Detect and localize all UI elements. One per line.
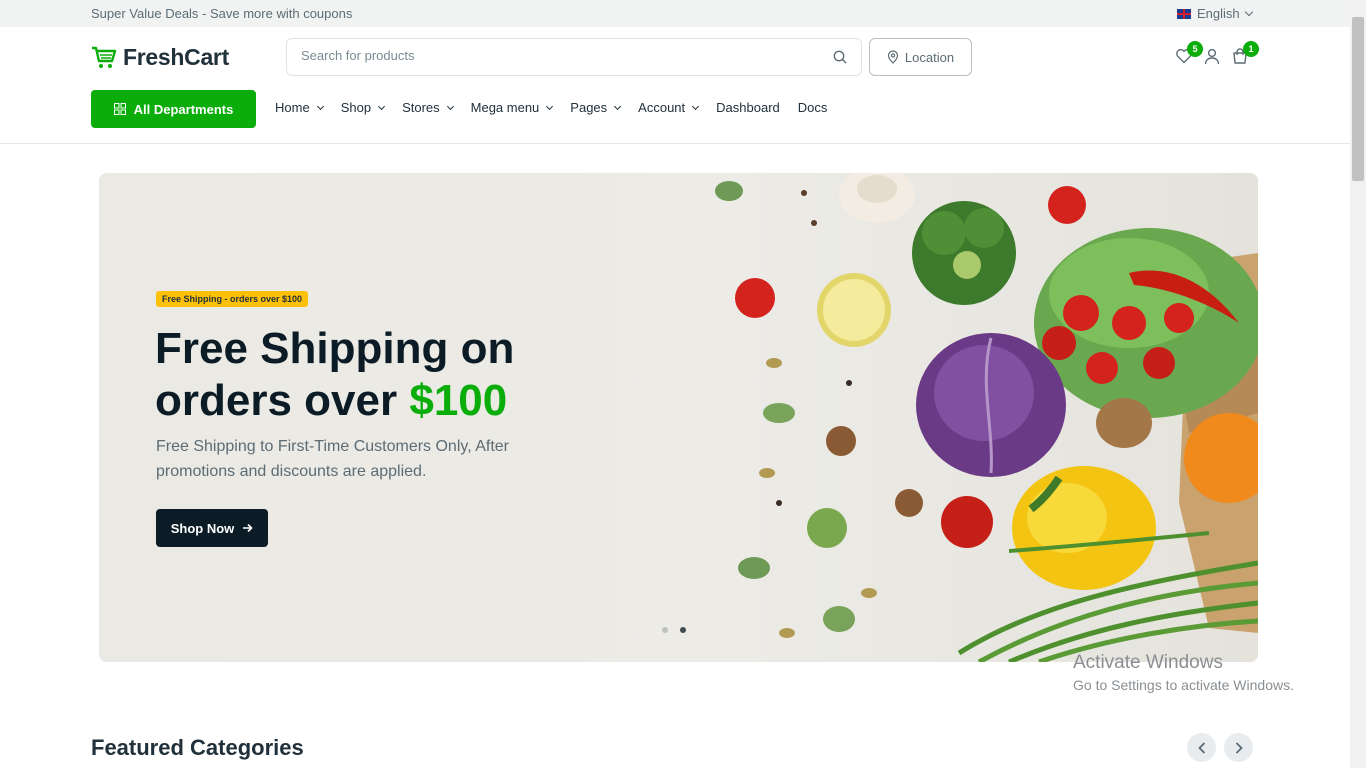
nav-item-shop[interactable]: Shop	[340, 100, 386, 115]
headline-line1: Free Shipping on	[155, 324, 515, 373]
search-icon[interactable]	[833, 50, 847, 64]
nav-item-docs[interactable]: Docs	[798, 100, 828, 115]
promo-tag: Free Shipping - orders over $100	[156, 291, 309, 307]
cart-count-badge: 1	[1243, 41, 1259, 57]
shop-now-button[interactable]: Shop Now	[156, 509, 268, 547]
carousel-dots	[662, 627, 686, 633]
language-selector[interactable]: English	[1177, 6, 1253, 21]
carousel-arrows	[1187, 733, 1253, 762]
all-departments-label: All Departments	[133, 101, 234, 117]
chevron-down-icon	[378, 102, 386, 110]
nav-label: Docs	[797, 100, 828, 115]
nav-item-pages[interactable]: Pages	[570, 100, 622, 115]
language-label: English	[1197, 6, 1240, 21]
nav-item-mega-menu[interactable]: Mega menu	[470, 100, 554, 115]
user-icon	[1204, 48, 1220, 65]
wishlist-count-badge: 5	[1187, 41, 1203, 57]
nav-label: Pages	[570, 100, 608, 115]
search-input[interactable]	[301, 48, 801, 63]
location-label: Location	[904, 49, 955, 65]
chevron-down-icon	[1244, 7, 1253, 17]
nav-label: Home	[275, 100, 310, 115]
shop-now-label: Shop Now	[170, 520, 235, 536]
nav-label: Mega menu	[470, 100, 540, 115]
hero-subtitle: Free Shipping to First-Time Customers On…	[156, 438, 509, 480]
scrollbar-thumb[interactable]	[1352, 17, 1364, 181]
carousel-dot-active[interactable]	[680, 627, 686, 633]
headline-accent: $100	[409, 376, 508, 425]
section-title: Featured Categories	[91, 735, 304, 760]
cart-button[interactable]: 1	[1231, 41, 1259, 67]
chevron-down-icon	[692, 102, 700, 110]
all-departments-button[interactable]: All Departments	[91, 90, 256, 128]
grid-icon	[113, 103, 126, 115]
flag-uk-icon	[1177, 8, 1191, 19]
location-button[interactable]: Location	[869, 38, 972, 76]
promo-text: Super Value Deals - Save more with coupo…	[91, 6, 353, 21]
chevron-down-icon	[316, 102, 324, 110]
logo[interactable]: FreshCart	[91, 44, 229, 71]
next-button[interactable]	[1224, 733, 1253, 762]
top-bar: Super Value Deals - Save more with coupo…	[0, 0, 1350, 27]
chevron-down-icon	[546, 102, 554, 110]
header-icons: 5 1	[1175, 41, 1259, 67]
nav-item-dashboard[interactable]: Dashboard	[716, 100, 780, 115]
location-pin-icon	[887, 50, 899, 64]
search-box	[286, 38, 862, 76]
chevron-right-icon	[1235, 741, 1243, 754]
wishlist-button[interactable]: 5	[1175, 41, 1203, 67]
nav-label: Dashboard	[716, 100, 780, 115]
site-header: FreshCart Location 5	[0, 27, 1350, 144]
previous-button[interactable]	[1187, 733, 1216, 762]
nav-item-stores[interactable]: Stores	[402, 100, 454, 115]
brand-name: FreshCart	[123, 44, 229, 70]
arrow-right-icon	[243, 523, 253, 533]
nav-item-account[interactable]: Account	[638, 100, 700, 115]
carousel-dot[interactable]	[662, 627, 668, 633]
chevron-down-icon	[446, 102, 454, 110]
hero-headline: Free Shipping on orders over $100	[155, 323, 514, 427]
nav-label: Account	[638, 100, 686, 115]
chevron-down-icon	[614, 102, 622, 110]
windows-activation-watermark: Activate Windows Go to Settings to activ…	[1073, 652, 1294, 693]
watermark-title: Activate Windows	[1073, 652, 1223, 673]
chevron-left-icon	[1197, 741, 1205, 754]
nav-label: Stores	[402, 100, 440, 115]
watermark-subtitle: Go to Settings to activate Windows.	[1073, 677, 1294, 693]
vegetables-image	[715, 173, 1258, 662]
nav-label: Shop	[340, 100, 372, 115]
headline-line2: orders over	[155, 376, 410, 425]
account-button[interactable]	[1203, 47, 1221, 67]
main-nav: Home Shop Stores Mega menu Pages Account…	[275, 100, 827, 115]
nav-item-home[interactable]: Home	[275, 100, 324, 115]
hero-banner: Free Shipping - orders over $100 Free Sh…	[99, 173, 1258, 662]
cart-logo-icon	[92, 46, 117, 68]
